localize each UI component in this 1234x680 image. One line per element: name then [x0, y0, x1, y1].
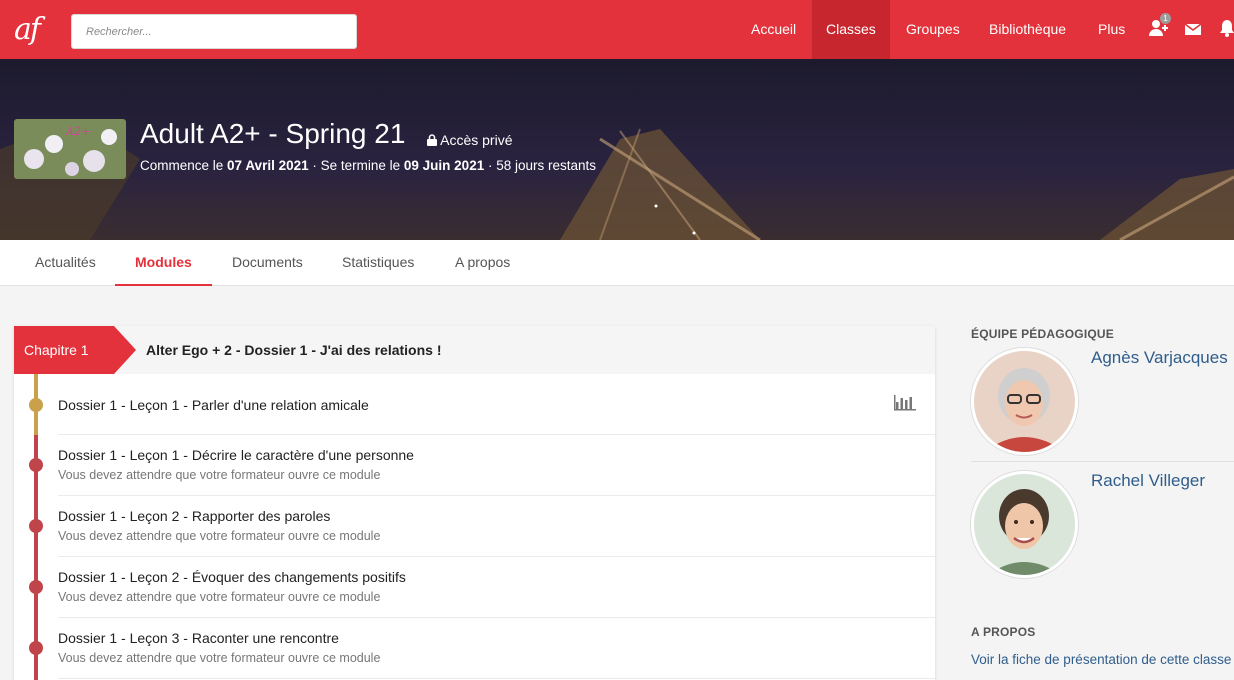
module-row[interactable]: Dossier 1 - Leçon 2 - Rapporter des paro…: [58, 496, 935, 557]
team-heading: ÉQUIPE PÉDAGOGIQUE: [971, 327, 1114, 341]
af-logo[interactable]: af: [14, 10, 50, 50]
tab-a-propos[interactable]: A propos: [435, 240, 530, 286]
end-date: 09 Juin 2021: [403, 158, 485, 173]
tab-actualites[interactable]: Actualités: [15, 240, 116, 286]
class-banner: A2+ Adult A2+ - Spring 21 Accès privé Co…: [0, 59, 1234, 240]
module-status-dot: [29, 641, 43, 655]
module-row[interactable]: Dossier 1 - Leçon 2 - Évoquer des change…: [58, 557, 935, 618]
module-status-dot: [29, 519, 43, 533]
module-locked-note: Vous devez attendre que votre formateur …: [58, 468, 381, 482]
top-navbar: af Accueil Classes Groupes Bibliothèque …: [0, 0, 1234, 59]
thumbnail-caption: A2+: [65, 125, 90, 138]
nav-item-bibliotheque[interactable]: Bibliothèque: [975, 0, 1080, 59]
nav-item-plus[interactable]: Plus: [1084, 0, 1139, 59]
chapter-header[interactable]: Chapitre 1 Alter Ego + 2 - Dossier 1 - J…: [14, 326, 935, 374]
chapter-card: Chapitre 1 Alter Ego + 2 - Dossier 1 - J…: [14, 326, 935, 680]
tab-modules[interactable]: Modules: [115, 240, 212, 286]
about-heading: A PROPOS: [971, 625, 1036, 639]
nav-item-groupes[interactable]: Groupes: [892, 0, 974, 59]
end-prefix: · Se termine le: [308, 158, 404, 173]
teacher-name-link[interactable]: Agnès Varjacques: [1091, 348, 1228, 368]
chapter-title: Alter Ego + 2 - Dossier 1 - J'ai des rel…: [146, 342, 442, 358]
teacher-avatar[interactable]: [971, 471, 1078, 578]
class-dates: Commence le 07 Avril 2021 · Se termine l…: [140, 158, 596, 173]
tab-statistiques[interactable]: Statistiques: [322, 240, 434, 286]
module-locked-note: Vous devez attendre que votre formateur …: [58, 651, 381, 665]
module-row[interactable]: Dossier 1 - Leçon 1 - Parler d'une relat…: [58, 374, 935, 435]
chapter-label: Chapitre 1: [14, 326, 136, 374]
module-row[interactable]: Dossier 1 - Leçon 1 - Décrire le caractè…: [58, 435, 935, 496]
search-input[interactable]: [71, 14, 357, 49]
module-title[interactable]: Dossier 1 - Leçon 1 - Parler d'une relat…: [58, 397, 369, 413]
module-status-dot: [29, 398, 43, 412]
nav-item-accueil[interactable]: Accueil: [737, 0, 810, 59]
tab-documents[interactable]: Documents: [212, 240, 323, 286]
sidebar-divider: [971, 461, 1234, 462]
invite-count-badge: 1: [1160, 13, 1171, 24]
module-locked-note: Vous devez attendre que votre formateur …: [58, 529, 381, 543]
module-title[interactable]: Dossier 1 - Leçon 2 - Évoquer des change…: [58, 569, 406, 585]
module-title[interactable]: Dossier 1 - Leçon 1 - Décrire le caractè…: [58, 447, 414, 463]
module-status-dot: [29, 580, 43, 594]
teacher-avatar[interactable]: [971, 348, 1078, 455]
mail-icon[interactable]: [1184, 18, 1207, 40]
access-label: Accès privé: [440, 132, 513, 148]
access-status: Accès privé: [427, 132, 512, 148]
start-date: 07 Avril 2021: [227, 158, 309, 173]
start-prefix: Commence le: [140, 158, 228, 173]
teacher-name-link[interactable]: Rachel Villeger: [1091, 471, 1205, 491]
nav-item-classes[interactable]: Classes: [812, 0, 890, 59]
class-thumbnail: A2+: [14, 119, 126, 179]
class-title: Adult A2+ - Spring 21: [140, 118, 406, 149]
class-presentation-link[interactable]: Voir la fiche de présentation de cette c…: [971, 652, 1231, 667]
module-title[interactable]: Dossier 1 - Leçon 2 - Rapporter des paro…: [58, 508, 330, 524]
module-row[interactable]: Dossier 1 - Leçon 3 - Raconter une renco…: [58, 618, 935, 679]
module-title[interactable]: Dossier 1 - Leçon 3 - Raconter une renco…: [58, 630, 339, 646]
bell-icon[interactable]: [1219, 18, 1234, 40]
lock-icon: [427, 134, 437, 146]
days-remaining: · 58 jours restants: [484, 158, 597, 173]
module-status-dot: [29, 458, 43, 472]
class-tabs: Actualités Modules Documents Statistique…: [0, 240, 1234, 286]
module-locked-note: Vous devez attendre que votre formateur …: [58, 590, 381, 604]
statistics-icon[interactable]: [894, 395, 916, 411]
